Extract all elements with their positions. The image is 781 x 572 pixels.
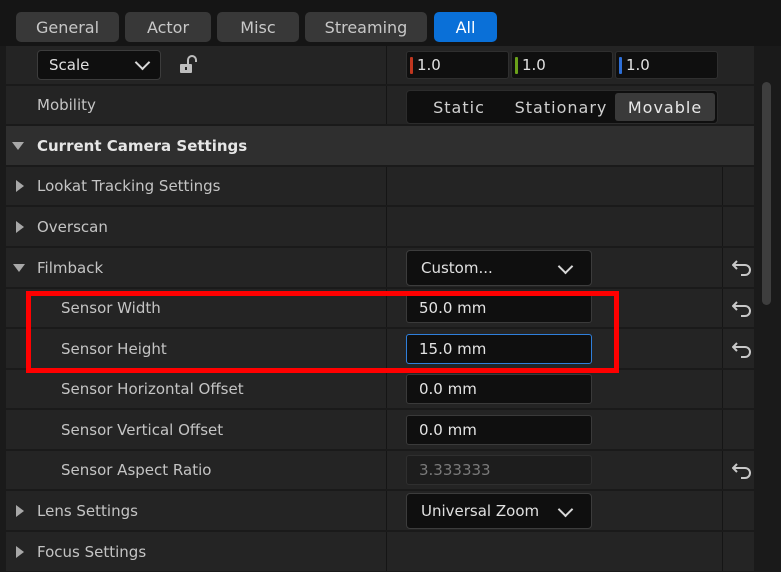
filmback-preset-value: Custom...	[421, 259, 493, 277]
scale-x-value: 1.0	[417, 56, 441, 74]
section-title: Current Camera Settings	[37, 136, 248, 155]
mobility-label: Mobility	[37, 96, 96, 114]
scale-y-field[interactable]: 1.0	[511, 51, 613, 79]
sensor-aspect-ratio-label: Sensor Aspect Ratio	[61, 461, 212, 479]
z-axis-marker	[619, 57, 622, 74]
column-divider	[386, 86, 387, 124]
reset-column-divider	[722, 289, 723, 327]
collapse-arrow-icon[interactable]	[12, 142, 24, 150]
expand-arrow-icon[interactable]	[16, 180, 24, 192]
lens-settings-label: Lens Settings	[37, 501, 138, 520]
filter-tab-bar: General Actor Misc Streaming All	[0, 0, 781, 46]
sensor-vertical-offset-input[interactable]: 0.0 mm	[406, 415, 592, 445]
filmback-label: Filmback	[37, 258, 104, 277]
scrollbar-thumb[interactable]	[762, 82, 771, 305]
sensor-aspect-ratio-row: Sensor Aspect Ratio	[6, 451, 754, 490]
tab-general[interactable]: General	[16, 12, 119, 42]
focus-settings-row[interactable]: Focus Settings	[6, 532, 754, 572]
reset-to-default-icon[interactable]	[731, 299, 752, 321]
collapse-arrow-icon[interactable]	[13, 264, 25, 272]
scale-dropdown-label: Scale	[49, 56, 90, 74]
column-divider	[386, 532, 387, 571]
column-divider	[386, 491, 387, 530]
lookat-tracking-row[interactable]: Lookat Tracking Settings	[6, 167, 754, 206]
overscan-row[interactable]: Overscan	[6, 207, 754, 247]
reset-column-divider	[722, 207, 723, 246]
column-divider	[386, 167, 387, 205]
column-divider	[386, 451, 387, 489]
tab-streaming[interactable]: Streaming	[305, 12, 427, 42]
sensor-vertical-offset-label: Sensor Vertical Offset	[61, 420, 224, 439]
highlight-box	[26, 291, 619, 373]
overscan-label: Overscan	[37, 217, 108, 236]
chevron-down-icon	[557, 258, 574, 275]
filmback-row: Filmback	[6, 248, 754, 288]
unlock-icon[interactable]	[178, 55, 198, 79]
x-axis-marker	[410, 57, 413, 74]
scale-z-value: 1.0	[626, 56, 650, 74]
column-divider	[386, 248, 387, 287]
reset-column-divider	[722, 451, 723, 489]
focus-settings-label: Focus Settings	[37, 542, 147, 561]
lens-preset-dropdown[interactable]: Universal Zoom	[406, 493, 592, 529]
mobility-segmented-control: Static Stationary Movable	[406, 90, 718, 124]
reset-column-divider	[722, 248, 723, 287]
reset-column-divider	[722, 410, 723, 449]
filmback-preset-dropdown[interactable]: Custom...	[406, 250, 592, 286]
chevron-down-icon	[557, 501, 574, 518]
column-divider	[386, 370, 387, 408]
y-axis-marker	[515, 57, 518, 74]
reset-column-divider	[722, 370, 723, 408]
lens-settings-row[interactable]: Lens Settings	[6, 491, 754, 531]
lookat-tracking-label: Lookat Tracking Settings	[37, 177, 221, 195]
expand-arrow-icon[interactable]	[16, 505, 24, 517]
expand-arrow-icon[interactable]	[16, 546, 24, 558]
reset-column-divider	[722, 329, 723, 368]
reset-to-default-icon[interactable]	[731, 461, 752, 483]
reset-column-divider	[722, 491, 723, 530]
mobility-movable-option[interactable]: Movable	[615, 93, 715, 121]
mobility-stationary-option[interactable]: Stationary	[511, 93, 611, 121]
sensor-horizontal-offset-input[interactable]: 0.0 mm	[406, 374, 592, 404]
chevron-down-icon	[134, 54, 151, 71]
scale-y-value: 1.0	[522, 56, 546, 74]
scale-z-field[interactable]: 1.0	[615, 51, 718, 79]
reset-column-divider	[722, 167, 723, 205]
sensor-horizontal-offset-label: Sensor Horizontal Offset	[61, 380, 244, 398]
column-divider	[386, 207, 387, 246]
tab-misc[interactable]: Misc	[217, 12, 299, 42]
sensor-vertical-offset-row: Sensor Vertical Offset	[6, 410, 754, 450]
reset-column-divider	[722, 532, 723, 571]
scale-dropdown[interactable]: Scale	[37, 50, 161, 80]
reset-to-default-icon[interactable]	[731, 340, 752, 362]
sensor-horizontal-offset-row: Sensor Horizontal Offset	[6, 370, 754, 409]
tab-actor[interactable]: Actor	[125, 12, 211, 42]
tab-all[interactable]: All	[434, 12, 497, 42]
scale-x-field[interactable]: 1.0	[406, 51, 509, 79]
sensor-aspect-ratio-readonly: 3.333333	[406, 455, 592, 485]
column-divider	[386, 410, 387, 449]
expand-arrow-icon[interactable]	[16, 221, 24, 233]
lens-preset-value: Universal Zoom	[421, 502, 540, 520]
column-divider	[386, 46, 387, 84]
mobility-static-option[interactable]: Static	[409, 93, 509, 121]
reset-to-default-icon[interactable]	[731, 258, 752, 280]
current-camera-settings-header[interactable]: Current Camera Settings	[6, 126, 754, 166]
